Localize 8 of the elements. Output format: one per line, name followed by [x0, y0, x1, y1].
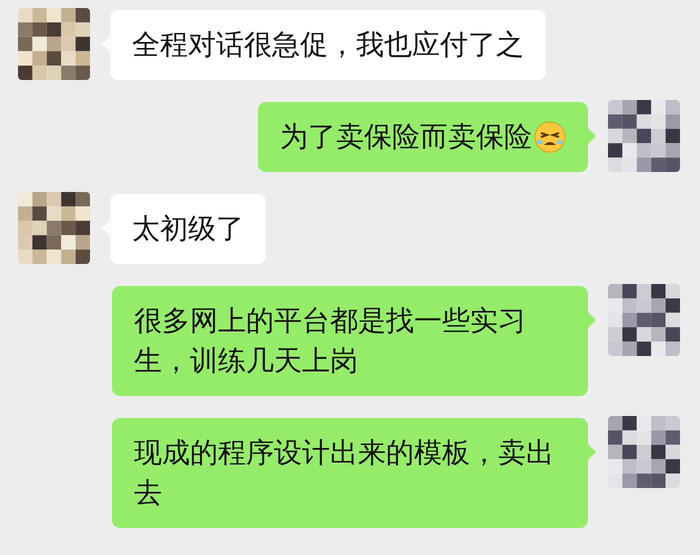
bubble-tail [588, 312, 596, 328]
bubble-tail [588, 128, 596, 144]
message-bubble: 太初级了 [110, 194, 266, 264]
message-bubble: 现成的程序设计出来的模板，卖出去 [112, 418, 588, 528]
message-bubble: 为了卖保险而卖保险 [258, 102, 588, 172]
message-bubble: 全程对话很急促，我也应付了之 [110, 10, 546, 80]
bubble-tail [588, 444, 596, 460]
message-bubble: 很多网上的平台都是找一些实习生，训练几天上岗 [112, 286, 588, 396]
